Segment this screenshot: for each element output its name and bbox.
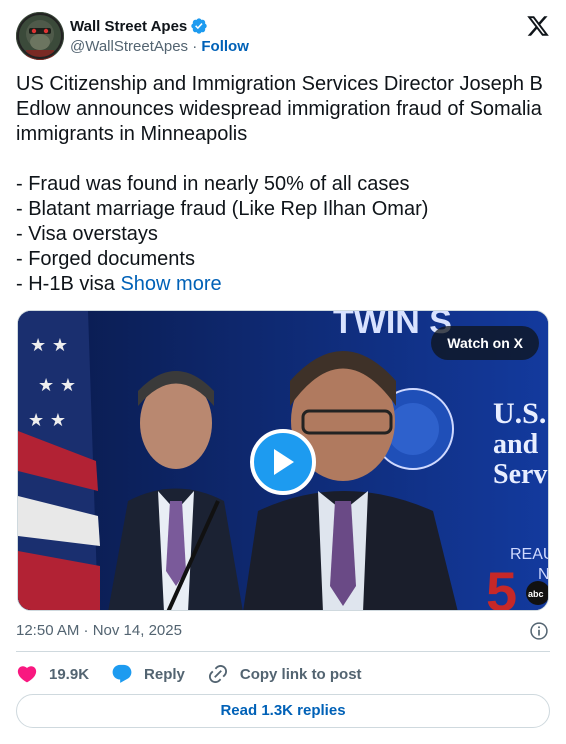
post-body: US Citizenship and Immigration Services … [16, 73, 543, 295]
play-icon [274, 449, 294, 475]
author-handle[interactable]: @WallStreetApes [70, 38, 188, 55]
separator-dot: · [192, 38, 198, 55]
play-button[interactable] [250, 429, 316, 495]
read-replies-button[interactable]: Read 1.3K replies [16, 694, 550, 728]
backdrop-agency-line1: U.S. [493, 397, 546, 430]
backdrop-lower2: N [538, 566, 549, 583]
post-header: Wall Street Apes @WallStreetApes · Follo… [16, 12, 550, 64]
backdrop-agency-line2: and [493, 429, 539, 460]
author-block: Wall Street Apes @WallStreetApes · Follo… [70, 16, 249, 58]
reply-label: Reply [144, 665, 185, 683]
x-logo-icon[interactable] [526, 14, 550, 38]
avatar[interactable] [16, 12, 64, 60]
svg-text:★ ★: ★ ★ [28, 410, 66, 431]
station-logo-number: 5 [486, 560, 517, 611]
follow-button[interactable]: Follow [201, 38, 249, 55]
show-more-link[interactable]: Show more [120, 273, 221, 295]
copy-link-button[interactable]: Copy link to post [207, 663, 362, 685]
link-icon [208, 664, 227, 684]
author-display-name[interactable]: Wall Street Apes [70, 18, 187, 35]
post-text: US Citizenship and Immigration Services … [16, 72, 550, 297]
video-player[interactable]: ★ ★ ★ ★ ★ ★ TWIN S U.S. and Serv REAU N … [17, 310, 549, 611]
station-logo-text: abc [528, 589, 544, 599]
embedded-post-card: Wall Street Apes @WallStreetApes · Follo… [0, 0, 566, 744]
heart-icon [17, 666, 37, 683]
like-button[interactable]: 19.9K [16, 663, 89, 685]
author-handle-row: @WallStreetApes · Follow [70, 38, 249, 58]
post-timestamp[interactable]: 12:50 AM · Nov 14, 2025 [16, 622, 182, 639]
like-count: 19.9K [49, 665, 90, 683]
reply-bubble-icon [112, 664, 132, 683]
backdrop-agency-line3: Serv [493, 459, 547, 490]
info-icon[interactable] [529, 621, 549, 641]
reply-button[interactable]: Reply [111, 663, 185, 685]
copy-link-label: Copy link to post [239, 665, 362, 683]
divider [16, 651, 550, 652]
svg-text:★ ★: ★ ★ [38, 375, 76, 396]
flag-graphic: ★ ★ ★ ★ ★ ★ [18, 311, 100, 610]
action-bar: 19.9K Reply Copy link to post [16, 662, 384, 686]
verified-badge-icon [191, 18, 207, 34]
svg-text:★ ★: ★ ★ [30, 335, 68, 356]
watch-on-x-button[interactable]: Watch on X [431, 326, 539, 360]
